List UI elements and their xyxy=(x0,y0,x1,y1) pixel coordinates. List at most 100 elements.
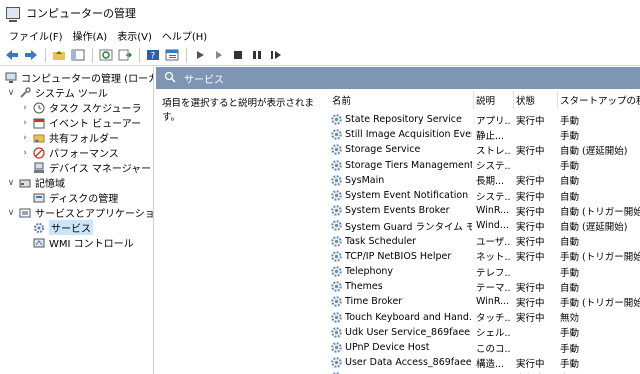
service-gear-icon xyxy=(330,341,343,354)
service-gear-icon xyxy=(330,265,343,278)
tree-item-storage[interactable]: ∨ 記憶域 xyxy=(6,175,65,191)
service-startup-type: 手動 (トリガー開始) xyxy=(560,252,640,264)
services-list: 名前 説明 状態 スタートアップの種類 State Repository Ser… xyxy=(326,89,640,374)
title-bar: コンピューターの管理 xyxy=(0,0,640,26)
table-row[interactable]: Time Broker WinR... 実行中 手動 (トリガー開始) xyxy=(326,294,640,309)
service-gear-icon xyxy=(330,235,343,248)
table-row[interactable]: Storage Tiers Management システ... 手動 xyxy=(326,158,640,173)
table-row[interactable]: System Events Broker WinR... 実行中 自動 (トリガー開始… xyxy=(326,203,640,218)
restart-icon[interactable] xyxy=(267,47,284,64)
chevron-down-icon[interactable]: ∨ xyxy=(6,178,16,188)
tree-item-shared-folders[interactable]: › 共有フォルダー xyxy=(20,130,119,146)
service-description: ユーザ... xyxy=(476,237,510,249)
service-description: WinR... xyxy=(476,205,510,217)
table-row[interactable]: User Data Access_869faee 構造... 実行中 手動 xyxy=(326,355,640,370)
column-header-description[interactable]: 説明 xyxy=(476,93,510,107)
show-tree-icon[interactable] xyxy=(69,47,86,64)
table-row[interactable]: SysMain 長期... 実行中 自動 xyxy=(326,173,640,188)
table-row[interactable]: Udk User Service_869faee シェル... 手動 xyxy=(326,325,640,340)
column-divider[interactable] xyxy=(473,91,474,109)
chevron-down-icon[interactable]: ∨ xyxy=(6,88,16,98)
tree-item-label: WMI コントロール xyxy=(49,239,134,250)
table-row[interactable]: Storage Service ストレ... 実行中 自動 (遅延開始) xyxy=(326,142,640,157)
service-startup-type: 自動 (遅延開始) xyxy=(560,221,628,233)
table-row[interactable]: Still Image Acquisition Events 静止... 手動 xyxy=(326,127,640,142)
tree-item-computer-management[interactable]: コンピューターの管理 (ローカル) xyxy=(2,70,153,85)
table-row[interactable]: UPnP Device Host このコ... 手動 xyxy=(326,340,640,355)
forward-arrow-icon[interactable] xyxy=(22,47,39,64)
svg-text:?: ? xyxy=(150,52,155,62)
service-description: テーマ... xyxy=(476,282,510,294)
service-description: 構造... xyxy=(476,358,505,370)
tree-item-services[interactable]: サービス xyxy=(20,220,93,235)
menu-file[interactable]: ファイル(F) xyxy=(4,28,68,43)
column-divider[interactable] xyxy=(557,91,558,109)
service-gear-icon xyxy=(330,219,343,232)
tree-item-device-manager[interactable]: デバイス マネージャー xyxy=(20,160,151,175)
service-gear-icon xyxy=(330,143,343,156)
service-description: テレフ... xyxy=(476,267,510,279)
chevron-right-icon[interactable]: › xyxy=(20,118,30,128)
service-startup-type: 手動 xyxy=(560,161,580,173)
table-row[interactable]: TCP/IP NetBIOS Helper ネット... 実行中 手動 (トリガー開始… xyxy=(326,249,640,264)
help-icon[interactable]: ? xyxy=(144,47,161,64)
column-divider[interactable] xyxy=(513,91,514,109)
service-name: Task Scheduler xyxy=(345,235,417,247)
table-row[interactable]: State Repository Service アプリ... 実行中 手動 xyxy=(326,112,640,127)
export-icon[interactable] xyxy=(116,47,133,64)
play-icon[interactable] xyxy=(191,47,208,64)
refresh-icon[interactable] xyxy=(97,47,114,64)
table-row[interactable]: 実行中自動 xyxy=(326,370,640,374)
service-name: User Data Access_869faee xyxy=(345,357,472,369)
service-gear-icon xyxy=(330,280,343,293)
wmi-icon xyxy=(33,237,45,249)
service-name: Storage Service xyxy=(345,144,421,156)
table-row[interactable]: Themes テーマ... 実行中 自動 xyxy=(326,279,640,294)
column-header-startup-type[interactable]: スタートアップの種類 xyxy=(560,93,640,107)
chevron-right-icon[interactable]: › xyxy=(20,133,30,143)
service-startup-type: 自動 (トリガー開始) xyxy=(560,206,640,218)
table-row[interactable]: Telephony テレフ... 手動 xyxy=(326,264,640,279)
service-name: UPnP Device Host xyxy=(345,342,430,353)
column-header-status[interactable]: 状態 xyxy=(516,93,554,107)
menu-view[interactable]: 表示(V) xyxy=(112,28,157,43)
chevron-down-icon[interactable]: ∨ xyxy=(6,208,16,218)
chevron-right-icon[interactable]: › xyxy=(20,148,30,158)
table-row[interactable]: System Event Notification S... システ... 実行中 自… xyxy=(326,188,640,203)
tree-item-event-viewer[interactable]: › イベント ビューアー xyxy=(20,115,141,131)
column-header-name[interactable]: 名前 xyxy=(332,93,472,107)
tree-item-label: サービス xyxy=(49,220,93,235)
service-startup-type: 手動 xyxy=(560,130,580,142)
service-startup-type: 自動 xyxy=(560,176,580,188)
stop-icon[interactable] xyxy=(229,47,246,64)
menu-action[interactable]: 操作(A) xyxy=(68,28,113,43)
tree-item-services-and-applications[interactable]: ∨ サービスとアプリケーション xyxy=(6,205,153,221)
play-next-icon[interactable] xyxy=(210,47,227,64)
table-row[interactable]: Touch Keyboard and Hand... タッチ... 実行中 無効 xyxy=(326,310,640,325)
service-name: Themes xyxy=(345,281,383,293)
tree-item-wmi-control[interactable]: WMI コントロール xyxy=(20,235,134,250)
services-pane-header: サービス xyxy=(156,67,640,89)
menu-help[interactable]: ヘルプ(H) xyxy=(157,28,212,43)
service-status: 実行中 xyxy=(516,115,545,127)
service-name: Telephony xyxy=(345,266,394,277)
back-arrow-icon[interactable] xyxy=(3,47,20,64)
service-gear-icon xyxy=(330,189,343,202)
tree-item-performance[interactable]: › パフォーマンス xyxy=(20,145,119,160)
service-status: 実行中 xyxy=(516,252,545,264)
service-name: System Guard ランタイム モニ... xyxy=(345,221,472,233)
tree-item-task-scheduler[interactable]: › タスク スケジューラ xyxy=(20,100,141,115)
pause-icon[interactable] xyxy=(248,47,265,64)
tree-item-disk-management[interactable]: ディスクの管理 xyxy=(20,190,118,205)
table-row[interactable]: Task Scheduler ユーザ... 実行中 自動 xyxy=(326,234,640,249)
tree-item-label: タスク スケジューラ xyxy=(49,104,142,115)
chevron-right-icon[interactable]: › xyxy=(20,103,30,113)
service-status: 実行中 xyxy=(516,237,545,249)
tree-item-system-tools[interactable]: ∨ システム ツール xyxy=(6,85,108,100)
table-row[interactable]: System Guard ランタイム モニ... Wind... 実行中 自動 (遅延… xyxy=(326,218,640,233)
service-description: WinR... xyxy=(476,296,510,308)
service-status: 実行中 xyxy=(516,145,545,157)
service-gear-icon xyxy=(330,128,343,141)
properties-icon[interactable] xyxy=(163,47,180,64)
folder-up-icon[interactable] xyxy=(50,47,67,64)
